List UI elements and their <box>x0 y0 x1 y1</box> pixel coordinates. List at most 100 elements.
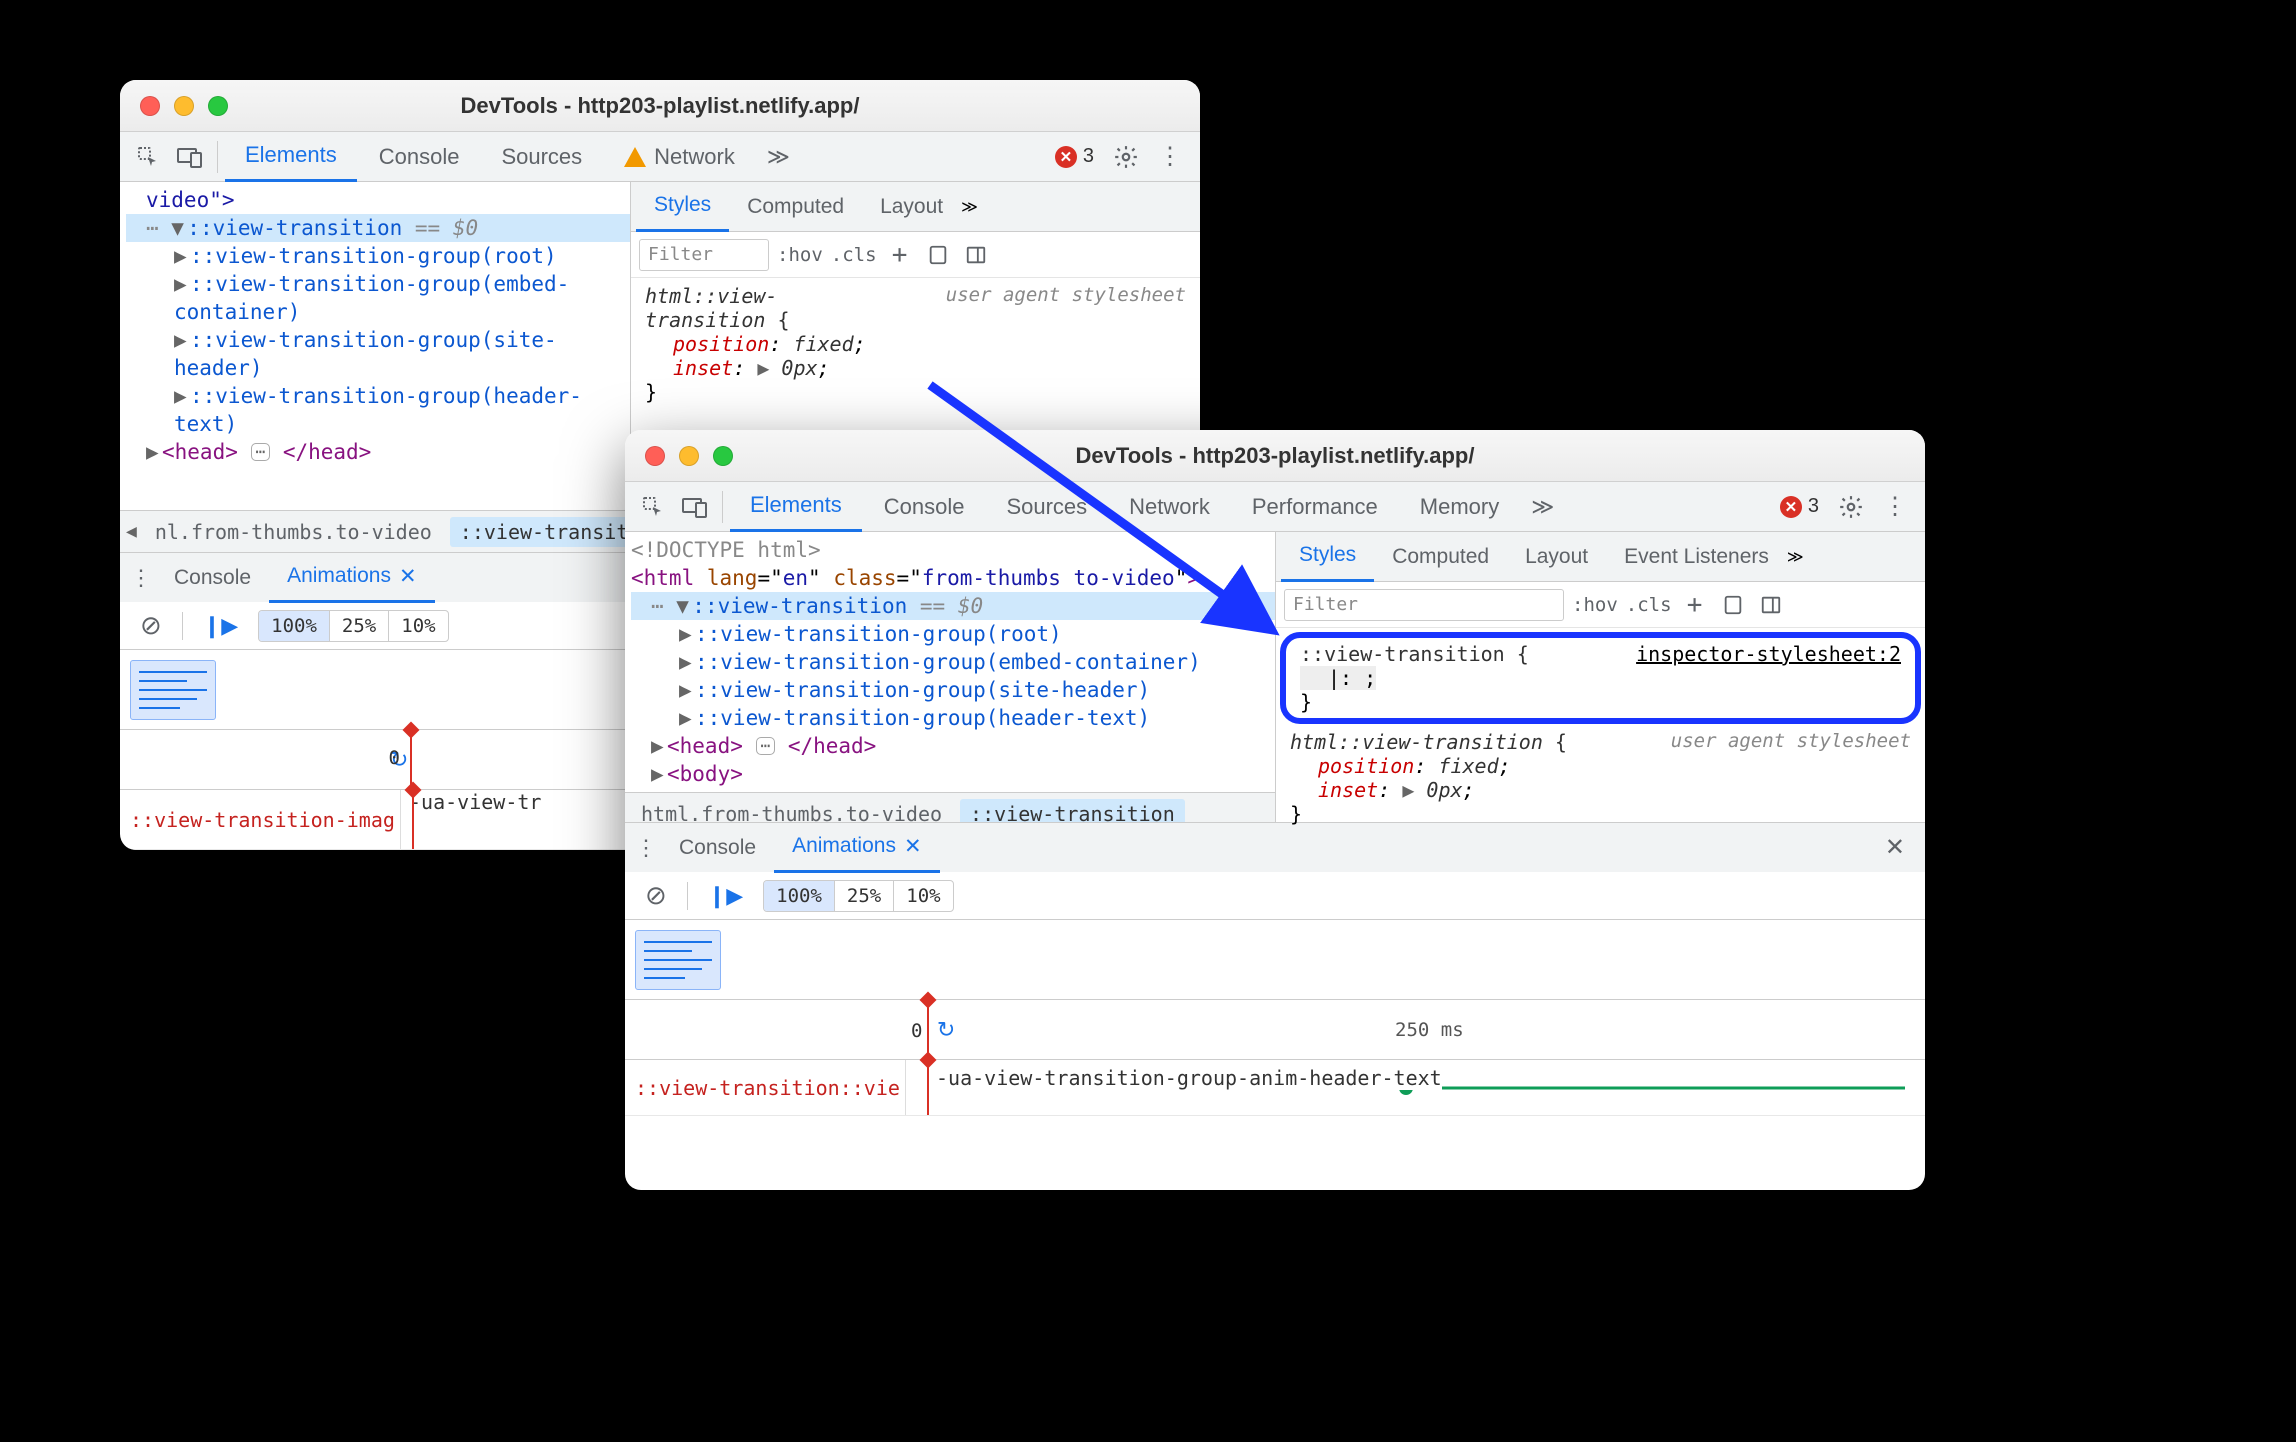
breadcrumb-html[interactable]: nl.from-thumbs.to-video <box>145 517 442 547</box>
styles-tabs-overflow-icon[interactable]: ≫ <box>961 197 978 217</box>
replay-icon[interactable]: ↻ <box>937 1017 955 1042</box>
timeline-250ms-label: 250 ms <box>1395 1019 1464 1041</box>
dom-view-transition[interactable]: ⋯ ▼::view-transition == $0 <box>126 214 630 242</box>
breadcrumb-view-transition[interactable]: ::view-transition <box>450 517 630 547</box>
animation-group-thumb[interactable] <box>635 930 721 990</box>
tab-sources[interactable]: Sources <box>986 482 1107 532</box>
toggle-sidebar-icon[interactable] <box>1756 590 1786 620</box>
minimize-window-icon[interactable] <box>679 446 699 466</box>
drawer-tab-console[interactable]: Console <box>661 823 774 873</box>
toggle-hov-button[interactable]: :hov <box>777 244 823 266</box>
css-property-input[interactable]: |: ; <box>1300 666 1376 690</box>
tabs-overflow-icon[interactable]: ≫ <box>757 144 800 170</box>
breadcrumb-scroll-left-icon[interactable]: ◀ <box>126 521 137 542</box>
dom-vt-group-header[interactable]: ▶::view-transition-group(header- <box>126 382 630 410</box>
inspect-element-icon[interactable] <box>128 137 168 177</box>
styles-rules[interactable]: user agent stylesheet html::view-transit… <box>631 278 1200 410</box>
dom-head[interactable]: ▶<head> ⋯ </head> <box>631 732 1275 760</box>
styles-tab-computed[interactable]: Computed <box>1374 532 1507 582</box>
dom-vt-group-root[interactable]: ▶::view-transition-group(root) <box>631 620 1275 648</box>
toggle-cls-button[interactable]: .cls <box>831 244 877 266</box>
styles-filter-input[interactable]: Filter <box>639 239 769 271</box>
minimize-window-icon[interactable] <box>174 96 194 116</box>
play-pause-icon[interactable]: ❙▶ <box>193 610 248 642</box>
ellipsis-icon[interactable]: ⋯ <box>251 443 271 461</box>
toggle-hov-button[interactable]: :hov <box>1572 594 1618 616</box>
toggle-cls-button[interactable]: .cls <box>1626 594 1672 616</box>
tab-network[interactable]: Network <box>1109 482 1230 532</box>
styles-tab-layout[interactable]: Layout <box>1507 532 1606 582</box>
speed-25-button[interactable]: 25% <box>330 611 389 641</box>
titlebar[interactable]: DevTools - http203-playlist.netlify.app/ <box>120 80 1200 132</box>
drawer-tab-console[interactable]: Console <box>156 553 269 603</box>
tab-console[interactable]: Console <box>359 132 480 182</box>
tab-console[interactable]: Console <box>864 482 985 532</box>
speed-10-button[interactable]: 10% <box>894 881 952 911</box>
zoom-window-icon[interactable] <box>713 446 733 466</box>
drawer-menu-icon[interactable]: ⋮ <box>631 835 661 861</box>
dom-head[interactable]: ▶<head> ⋯ </head> <box>126 438 630 466</box>
computed-styles-icon[interactable] <box>1718 590 1748 620</box>
close-window-icon[interactable] <box>645 446 665 466</box>
tab-performance[interactable]: Performance <box>1232 482 1398 532</box>
new-style-rule-icon[interactable]: + <box>1680 590 1710 620</box>
settings-gear-icon[interactable] <box>1106 137 1146 177</box>
play-pause-icon[interactable]: ❙▶ <box>698 880 753 912</box>
tabs-overflow-icon[interactable]: ≫ <box>1521 494 1564 520</box>
error-count-badge[interactable]: ✕3 <box>1770 495 1829 518</box>
toggle-sidebar-icon[interactable] <box>961 240 991 270</box>
tab-network[interactable]: Network <box>604 132 755 182</box>
speed-100-button[interactable]: 100% <box>764 881 835 911</box>
speed-10-button[interactable]: 10% <box>389 611 447 641</box>
animation-group-thumb[interactable] <box>130 660 216 720</box>
clear-animations-icon[interactable]: ⊘ <box>130 610 172 642</box>
styles-tab-styles[interactable]: Styles <box>636 182 729 232</box>
dom-vt-group-site[interactable]: ▶::view-transition-group(site- <box>126 326 630 354</box>
dom-view-transition[interactable]: ⋯ ▼::view-transition == $0 <box>631 592 1275 620</box>
ellipsis-icon[interactable]: ⋯ <box>756 737 776 755</box>
new-style-rule-icon[interactable]: + <box>885 240 915 270</box>
clear-animations-icon[interactable]: ⊘ <box>635 880 677 912</box>
dom-vt-group-site[interactable]: ▶::view-transition-group(site-header) <box>631 676 1275 704</box>
playhead-line <box>927 1060 929 1115</box>
tab-elements[interactable]: Elements <box>730 482 862 532</box>
device-toggle-icon[interactable] <box>170 137 210 177</box>
device-toggle-icon[interactable] <box>675 487 715 527</box>
drawer-tab-animations[interactable]: Animations✕ <box>774 823 940 873</box>
playhead-icon[interactable] <box>927 1000 929 1059</box>
styles-tab-layout[interactable]: Layout <box>862 182 961 232</box>
close-tab-icon[interactable]: ✕ <box>904 834 922 859</box>
speed-100-button[interactable]: 100% <box>259 611 330 641</box>
styles-tab-styles[interactable]: Styles <box>1281 532 1374 582</box>
kebab-menu-icon[interactable]: ⋮ <box>1873 492 1917 521</box>
computed-styles-icon[interactable] <box>923 240 953 270</box>
error-count-badge[interactable]: ✕3 <box>1045 145 1104 168</box>
styles-tabs-overflow-icon[interactable]: ≫ <box>1787 547 1804 567</box>
dom-vt-group-embed[interactable]: ▶::view-transition-group(embed- <box>126 270 630 298</box>
styles-tab-event-listeners[interactable]: Event Listeners <box>1606 532 1787 582</box>
drawer-tab-animations[interactable]: Animations✕ <box>269 553 435 603</box>
style-source-link[interactable]: inspector-stylesheet:2 <box>1636 642 1901 666</box>
zoom-window-icon[interactable] <box>208 96 228 116</box>
settings-gear-icon[interactable] <box>1831 487 1871 527</box>
dom-body[interactable]: ▶<body> <box>631 760 1275 788</box>
tab-elements[interactable]: Elements <box>225 132 357 182</box>
tab-sources[interactable]: Sources <box>481 132 602 182</box>
tab-memory[interactable]: Memory <box>1400 482 1519 532</box>
playhead-icon[interactable] <box>410 730 412 789</box>
dom-vt-group-embed[interactable]: ▶::view-transition-group(embed-container… <box>631 648 1275 676</box>
kebab-menu-icon[interactable]: ⋮ <box>1148 142 1192 171</box>
styles-filter-input[interactable]: Filter <box>1284 589 1564 621</box>
close-drawer-icon[interactable]: ✕ <box>1871 833 1919 862</box>
titlebar[interactable]: DevTools - http203-playlist.netlify.app/ <box>625 430 1925 482</box>
speed-25-button[interactable]: 25% <box>835 881 894 911</box>
dom-vt-group-header[interactable]: ▶::view-transition-group(header-text) <box>631 704 1275 732</box>
styles-tab-computed[interactable]: Computed <box>729 182 862 232</box>
drawer-menu-icon[interactable]: ⋮ <box>126 565 156 591</box>
close-tab-icon[interactable]: ✕ <box>399 564 417 589</box>
inspect-element-icon[interactable] <box>633 487 673 527</box>
dom-html[interactable]: <html lang="en" class="from-thumbs to-vi… <box>631 564 1275 592</box>
dom-vt-group-root[interactable]: ▶::view-transition-group(root) <box>126 242 630 270</box>
styles-rules[interactable]: user agent stylesheet html::view-transit… <box>1276 728 1925 832</box>
close-window-icon[interactable] <box>140 96 160 116</box>
